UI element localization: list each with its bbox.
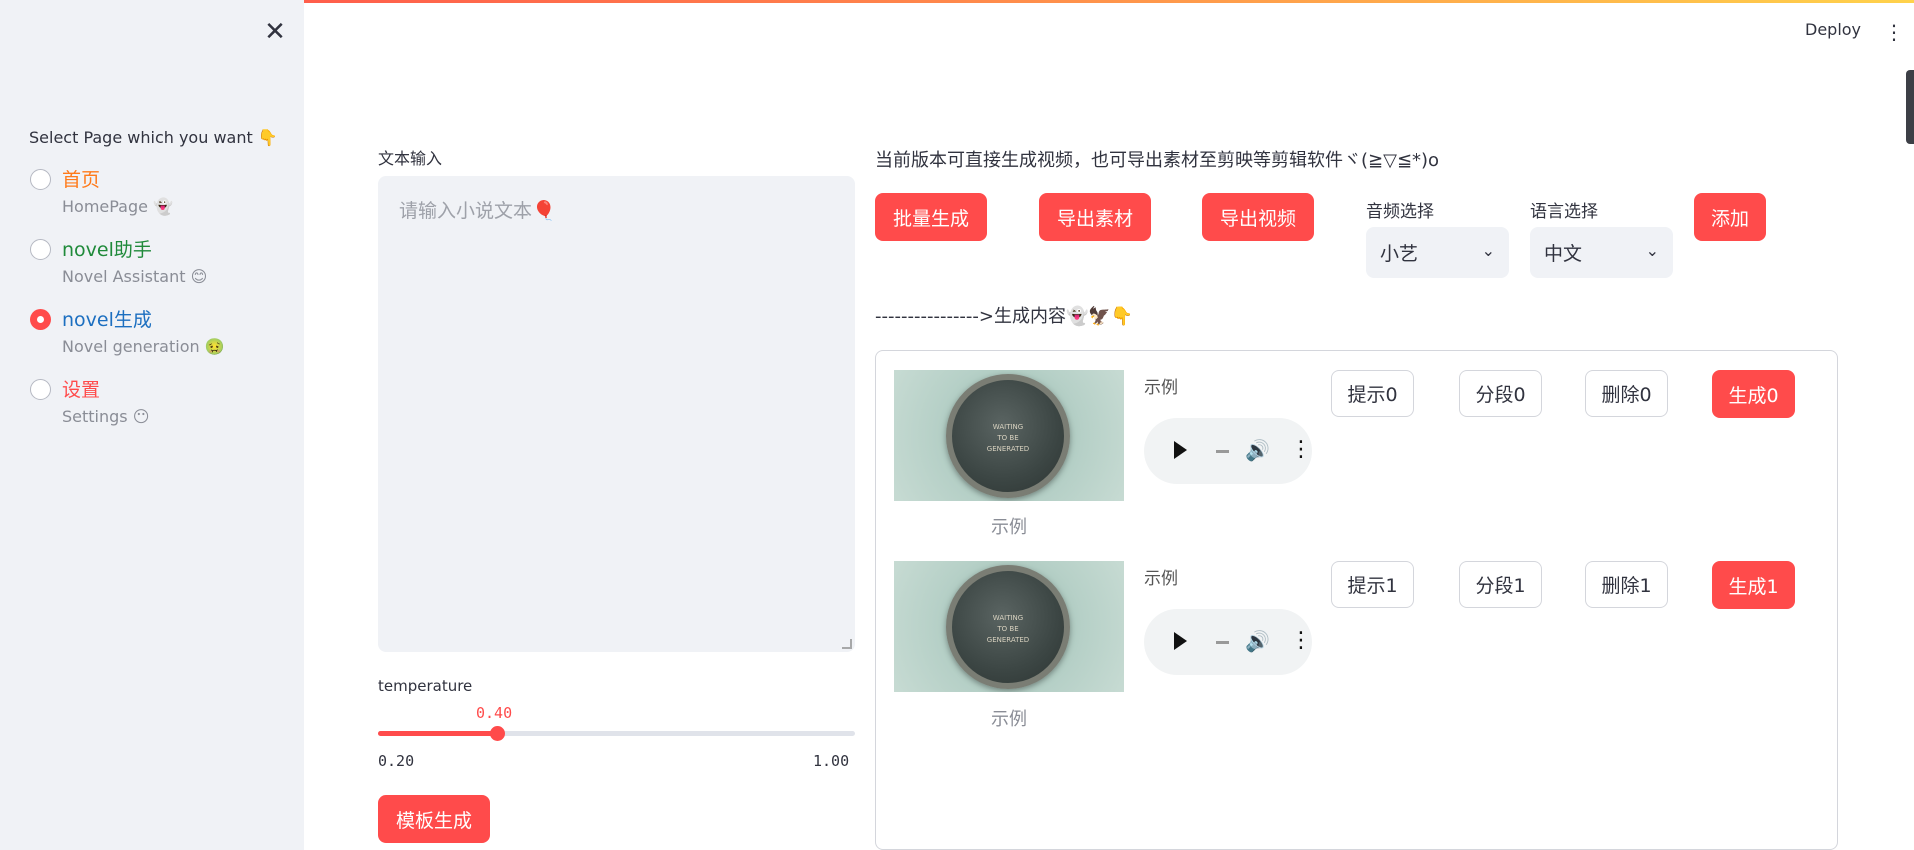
close-sidebar-icon[interactable]: ✕ xyxy=(262,19,288,46)
generate-button[interactable]: 生成1 xyxy=(1712,561,1795,609)
segment-button[interactable]: 分段1 xyxy=(1459,561,1542,608)
language-select[interactable]: 中文 ⌄ xyxy=(1530,227,1673,278)
image-text: WAITING TO BE GENERATED xyxy=(986,423,1030,453)
language-select-value: 中文 xyxy=(1544,243,1583,265)
audio-progress[interactable] xyxy=(1216,450,1229,453)
batch-generate-button[interactable]: 批量生成 xyxy=(875,193,987,241)
add-button[interactable]: 添加 xyxy=(1694,193,1766,241)
sidebar-item-sublabel: Novel Assistant 😊 xyxy=(62,267,208,286)
textarea-placeholder: 请输入小说文本🎈 xyxy=(399,200,556,222)
chevron-down-icon: ⌄ xyxy=(1645,241,1659,260)
sidebar-item-sublabel: Settings 😶 xyxy=(62,407,150,426)
chevron-down-icon: ⌄ xyxy=(1481,241,1495,260)
generate-button[interactable]: 生成0 xyxy=(1712,370,1795,418)
slider-thumb[interactable] xyxy=(490,726,506,741)
export-video-button[interactable]: 导出视频 xyxy=(1202,193,1314,241)
temperature-label: temperature xyxy=(378,677,473,695)
segment-text: 示例 xyxy=(1144,378,1178,398)
page-select-title: Select Page which you want 👇 xyxy=(29,128,278,147)
sidebar: ✕ Select Page which you want 👇 首页 HomePa… xyxy=(0,0,304,850)
novel-text-input[interactable]: 请输入小说文本🎈 xyxy=(378,176,855,652)
plate-artwork: WAITING TO BE GENERATED xyxy=(946,374,1070,498)
slider-max-value: 1.00 xyxy=(813,752,850,770)
sidebar-item-label: 设置 xyxy=(62,379,101,401)
image-text: WAITING TO BE GENERATED xyxy=(986,614,1030,644)
audio-select[interactable]: 小艺 ⌄ xyxy=(1366,227,1509,278)
text-input-label: 文本输入 xyxy=(378,149,443,168)
audio-progress[interactable] xyxy=(1216,641,1229,644)
deploy-button[interactable]: Deploy xyxy=(1805,20,1861,39)
placeholder-image: WAITING TO BE GENERATED xyxy=(894,561,1124,692)
sidebar-item-label: novel助手 xyxy=(62,239,152,261)
info-text: 当前版本可直接生成视频，也可导出素材至剪映等剪辑软件ヾ(≧▽≦*)o xyxy=(875,150,1440,171)
play-icon[interactable] xyxy=(1174,632,1187,650)
main-menu-icon[interactable]: ⋮ xyxy=(1884,20,1904,44)
more-options-icon[interactable]: ⋮ xyxy=(1290,626,1312,656)
language-select-label: 语言选择 xyxy=(1530,202,1598,222)
side-handle[interactable] xyxy=(1906,70,1914,144)
resize-handle-icon[interactable] xyxy=(842,639,852,649)
generated-content-header: ---------------->生成内容👻🦅👇 xyxy=(875,306,1134,327)
sidebar-item-label: 首页 xyxy=(62,169,101,191)
temperature-slider[interactable] xyxy=(378,726,855,741)
audio-player[interactable]: 🔊 ⋮ xyxy=(1144,609,1312,675)
slider-fill xyxy=(378,731,498,736)
volume-icon[interactable]: 🔊 xyxy=(1245,629,1270,653)
template-generate-button[interactable]: 模板生成 xyxy=(378,795,490,843)
segment-button[interactable]: 分段0 xyxy=(1459,370,1542,417)
radio-button-selected[interactable] xyxy=(30,309,51,330)
hint-button[interactable]: 提示1 xyxy=(1331,561,1414,608)
placeholder-image: WAITING TO BE GENERATED xyxy=(894,370,1124,501)
radio-button[interactable] xyxy=(30,169,51,190)
more-options-icon[interactable]: ⋮ xyxy=(1290,435,1312,465)
audio-select-label: 音频选择 xyxy=(1366,202,1434,222)
audio-player[interactable]: 🔊 ⋮ xyxy=(1144,418,1312,484)
delete-button[interactable]: 删除1 xyxy=(1585,561,1668,608)
sidebar-item-sublabel: HomePage 👻 xyxy=(62,197,173,216)
slider-min-value: 0.20 xyxy=(378,752,415,770)
radio-button[interactable] xyxy=(30,379,51,400)
image-caption: 示例 xyxy=(991,517,1027,538)
audio-select-value: 小艺 xyxy=(1380,243,1419,265)
play-icon[interactable] xyxy=(1174,441,1187,459)
sidebar-item-label: novel生成 xyxy=(62,309,152,331)
hint-button[interactable]: 提示0 xyxy=(1331,370,1414,417)
segment-text: 示例 xyxy=(1144,569,1178,589)
image-caption: 示例 xyxy=(991,709,1027,730)
sidebar-item-sublabel: Novel generation 🤢 xyxy=(62,337,225,356)
temperature-value: 0.40 xyxy=(476,704,513,722)
plate-artwork: WAITING TO BE GENERATED xyxy=(946,565,1070,689)
export-assets-button[interactable]: 导出素材 xyxy=(1039,193,1151,241)
radio-button[interactable] xyxy=(30,239,51,260)
delete-button[interactable]: 删除0 xyxy=(1585,370,1668,417)
volume-icon[interactable]: 🔊 xyxy=(1245,438,1270,462)
